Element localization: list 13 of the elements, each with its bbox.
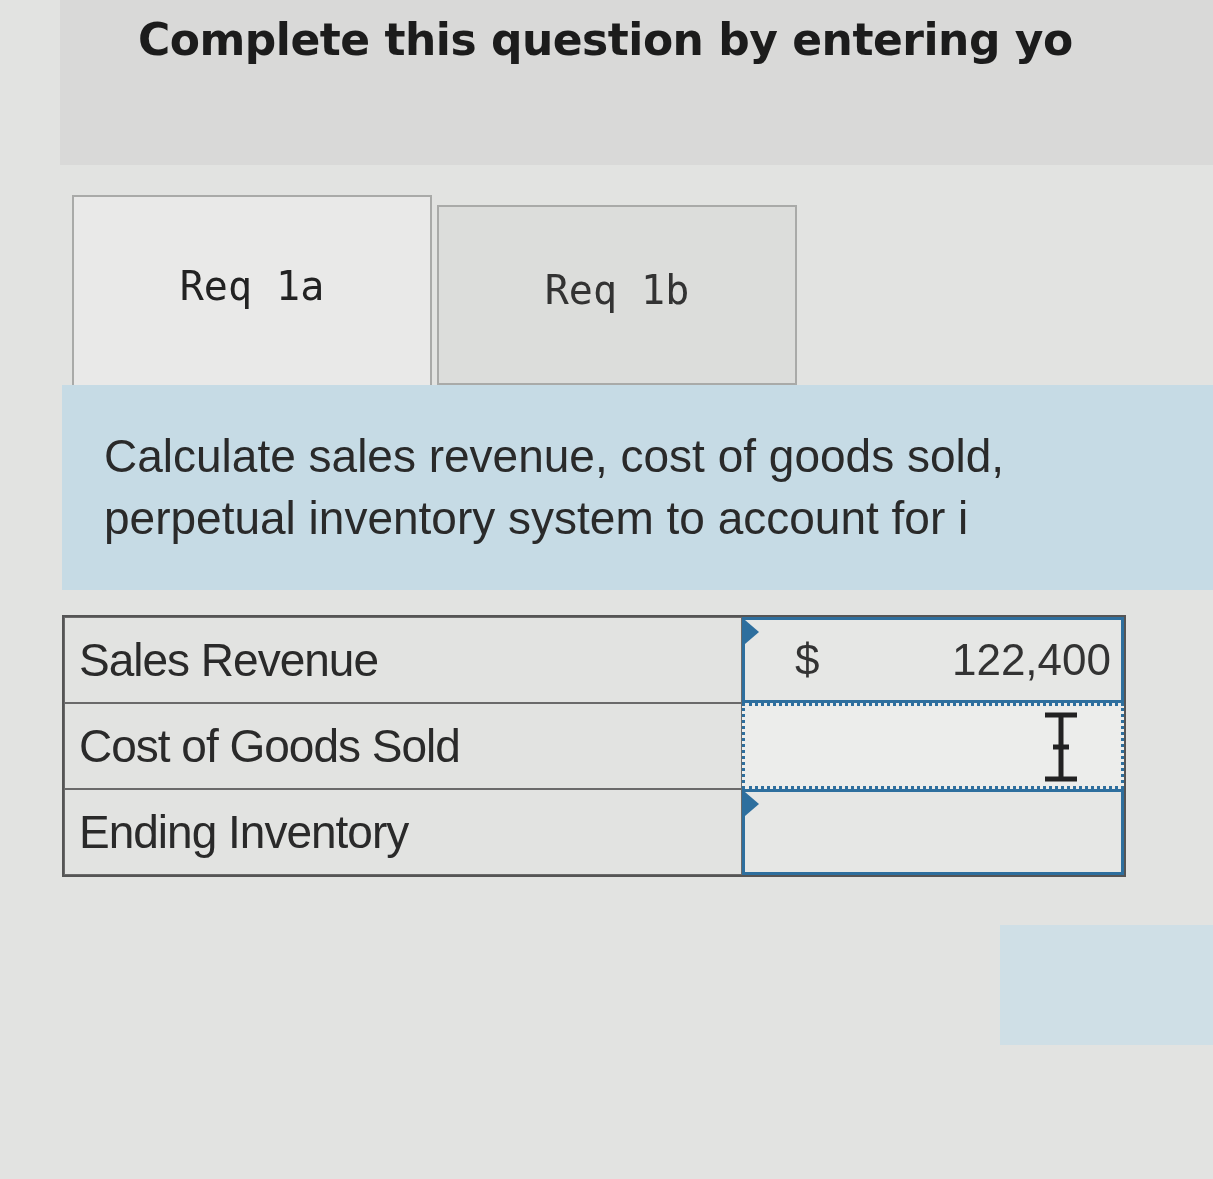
tab[interactable]: Req 1b <box>437 205 797 385</box>
input-field[interactable] <box>742 789 1124 875</box>
field-value: 122,400 <box>951 635 1111 685</box>
tab[interactable]: Req 1a <box>72 195 432 385</box>
instruction-text: perpetual inventory system to account for i <box>104 491 970 546</box>
question-heading: Complete this question by entering yo <box>138 14 1073 65</box>
input-field[interactable]: $ 122,400 <box>742 617 1124 703</box>
currency-symbol: $ <box>795 635 820 685</box>
table-cell: Sales Revenue <box>64 617 742 703</box>
table-cell: Ending Inventory <box>64 789 742 875</box>
input-field[interactable] <box>742 703 1124 789</box>
instruction-text: Calculate sales revenue, cost of goods sold, <box>104 429 1006 484</box>
table-cell: Cost of Goods Sold <box>64 703 742 789</box>
